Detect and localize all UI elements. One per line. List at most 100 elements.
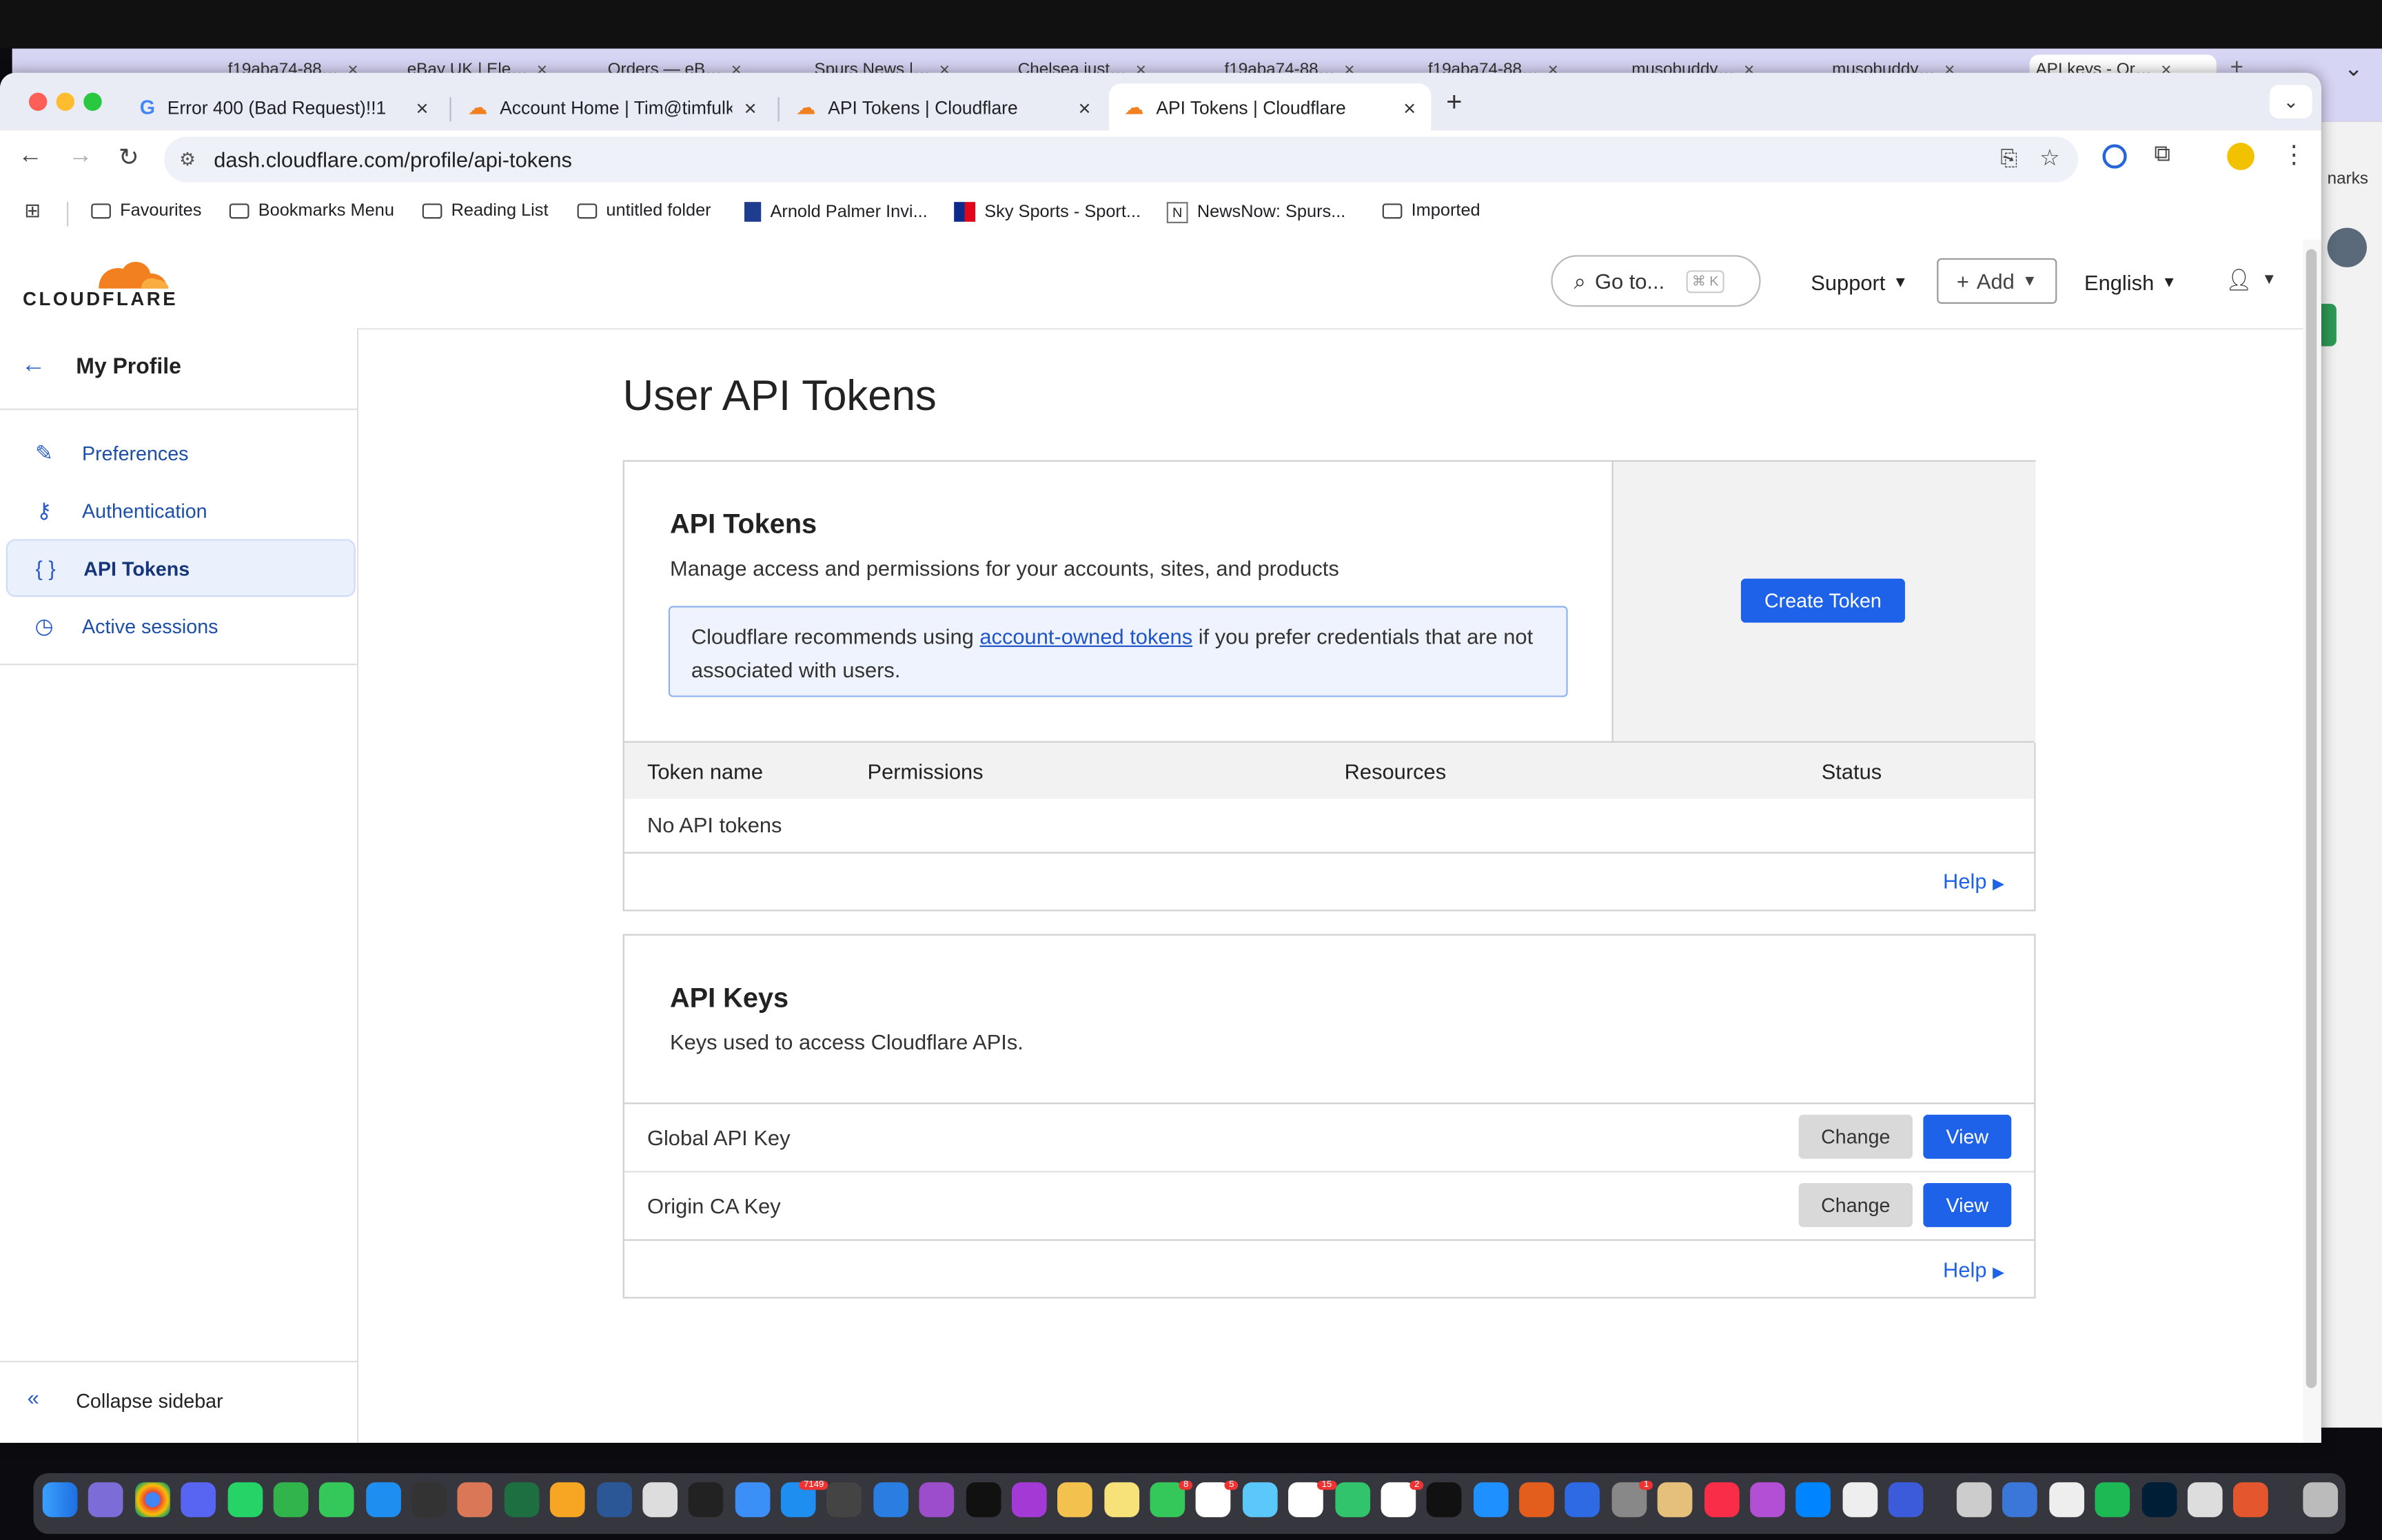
music-icon[interactable] bbox=[1704, 1482, 1740, 1517]
numbers-icon[interactable] bbox=[273, 1482, 309, 1517]
tab-search-chevron-icon[interactable]: ⌄ bbox=[2269, 85, 2312, 119]
claude-icon[interactable] bbox=[457, 1482, 493, 1517]
app-icon[interactable] bbox=[1519, 1482, 1554, 1517]
reload-icon[interactable]: ↻ bbox=[119, 143, 139, 173]
sidebar-item-preferences[interactable]: ✎ Preferences bbox=[0, 424, 357, 482]
cloudflare-logo[interactable]: CLOUDFLARE bbox=[23, 252, 176, 322]
column-header[interactable]: Token name bbox=[647, 759, 763, 783]
roblox-icon[interactable] bbox=[1888, 1482, 1924, 1517]
bookmark-folder[interactable]: Imported bbox=[1382, 202, 1480, 220]
bg-chevron-icon[interactable]: ⌄ bbox=[2344, 54, 2363, 82]
bookmark-folder[interactable]: untitled folder bbox=[577, 202, 711, 220]
apps-grid-icon[interactable]: ⊞ bbox=[24, 199, 41, 223]
back-icon[interactable]: ← bbox=[18, 143, 42, 170]
excel-icon[interactable] bbox=[504, 1482, 540, 1517]
collapse-chevrons-icon[interactable]: « bbox=[28, 1385, 39, 1409]
back-arrow-icon[interactable]: ← bbox=[21, 352, 45, 380]
user-menu[interactable]: 👤︎ ▼ bbox=[2226, 267, 2277, 293]
browser-tab-active[interactable]: ☁ API Tokens | Cloudflare × bbox=[1108, 83, 1432, 131]
forward-icon[interactable]: → bbox=[68, 143, 92, 170]
podcasts-icon[interactable] bbox=[919, 1482, 955, 1517]
app-icon[interactable] bbox=[1335, 1482, 1371, 1517]
site-info-icon[interactable]: ⚙ bbox=[179, 149, 196, 170]
discord-icon[interactable] bbox=[181, 1482, 216, 1517]
sidebar-item-api-tokens[interactable]: { } API Tokens bbox=[6, 539, 356, 597]
collapse-sidebar-button[interactable]: Collapse sidebar bbox=[76, 1390, 223, 1413]
change-global-key-button[interactable]: Change bbox=[1798, 1114, 1913, 1159]
launchpad-icon[interactable] bbox=[88, 1482, 123, 1517]
app-icon[interactable] bbox=[1842, 1482, 1878, 1517]
close-tab-icon[interactable]: × bbox=[416, 95, 429, 119]
browser-tab[interactable]: G Error 400 (Bad Request)!!1 × bbox=[125, 83, 444, 130]
chatgpt-icon[interactable] bbox=[411, 1482, 447, 1517]
terminal-icon[interactable] bbox=[688, 1482, 724, 1517]
textedit-icon[interactable] bbox=[2049, 1482, 2085, 1517]
trash-icon[interactable] bbox=[2303, 1482, 2339, 1517]
mail-icon[interactable] bbox=[735, 1482, 771, 1517]
scrollbar-thumb[interactable] bbox=[2305, 249, 2317, 1388]
photoshop-icon[interactable] bbox=[2141, 1482, 2177, 1517]
finder-icon[interactable] bbox=[42, 1482, 78, 1517]
app-store-icon[interactable] bbox=[1473, 1482, 1509, 1517]
bookmark-link[interactable]: N NewsNow: Spurs... bbox=[1166, 202, 1345, 224]
tokens-help-link[interactable]: Help ▶ bbox=[1943, 869, 2004, 893]
chrome-icon[interactable] bbox=[135, 1482, 170, 1517]
column-header[interactable]: Permissions bbox=[868, 759, 984, 783]
close-tab-icon[interactable]: × bbox=[744, 95, 757, 119]
sidebar-item-active-sessions[interactable]: ◷ Active sessions bbox=[0, 597, 357, 655]
app-icon[interactable] bbox=[2233, 1482, 2268, 1517]
silverlock-icon[interactable] bbox=[642, 1482, 678, 1517]
final-cut-icon[interactable] bbox=[826, 1482, 862, 1517]
column-header[interactable]: Resources bbox=[1345, 759, 1447, 783]
messenger-icon[interactable] bbox=[1795, 1482, 1831, 1517]
bookmark-folder[interactable]: Bookmarks Menu bbox=[229, 202, 394, 220]
browser-tab[interactable]: ☁ API Tokens | Cloudflare × bbox=[781, 83, 1106, 130]
bookmark-folder[interactable]: Reading List bbox=[422, 202, 549, 220]
minimize-window-icon[interactable] bbox=[56, 92, 75, 111]
whatsapp-icon[interactable] bbox=[227, 1482, 263, 1517]
create-token-button[interactable]: Create Token bbox=[1740, 578, 1905, 623]
keys-help-link[interactable]: Help ▶ bbox=[1943, 1257, 2004, 1282]
tradingview-icon[interactable] bbox=[966, 1482, 1001, 1517]
app-icon[interactable] bbox=[1011, 1482, 1047, 1517]
bookmark-folder[interactable]: Favourites bbox=[91, 202, 201, 220]
zoom-window-icon[interactable] bbox=[83, 92, 102, 111]
close-tab-icon[interactable]: × bbox=[1078, 95, 1090, 119]
notes-icon[interactable] bbox=[1104, 1482, 1140, 1517]
bookmark-link[interactable]: Sky Sports - Sport... bbox=[954, 202, 1141, 222]
page-scrollbar[interactable] bbox=[2303, 240, 2321, 1443]
support-dropdown[interactable]: Support ▼ bbox=[1811, 270, 1908, 294]
profile-avatar[interactable] bbox=[2227, 143, 2254, 170]
column-header[interactable]: Status bbox=[1822, 759, 1882, 783]
url-text[interactable]: dash.cloudflare.com/profile/api-tokens bbox=[214, 147, 572, 172]
bookmark-link[interactable]: Arnold Palmer Invi... bbox=[744, 202, 928, 222]
1password-icon[interactable] bbox=[2002, 1482, 2037, 1517]
spotify-icon[interactable] bbox=[2095, 1482, 2130, 1517]
maps-icon[interactable] bbox=[1242, 1482, 1278, 1517]
close-tab-icon[interactable]: × bbox=[1403, 95, 1416, 119]
testflight-icon[interactable] bbox=[366, 1482, 401, 1517]
account-owned-tokens-link[interactable]: account-owned tokens bbox=[979, 624, 1192, 648]
word-icon[interactable] bbox=[597, 1482, 632, 1517]
apple-tv-icon[interactable] bbox=[1426, 1482, 1462, 1517]
address-bar[interactable]: ⚙ dash.cloudflare.com/profile/api-tokens… bbox=[164, 136, 2079, 183]
new-tab-icon[interactable]: + bbox=[1446, 87, 1462, 119]
extensions-icon[interactable]: ⧉ bbox=[2154, 141, 2170, 167]
app-icon[interactable] bbox=[2187, 1482, 2223, 1517]
language-dropdown[interactable]: English ▼ bbox=[2084, 270, 2177, 294]
view-origin-ca-key-button[interactable]: View bbox=[1923, 1182, 2012, 1227]
bookmark-star-icon[interactable]: ☆ bbox=[2039, 144, 2060, 172]
change-origin-ca-key-button[interactable]: Change bbox=[1798, 1182, 1913, 1227]
stocks-icon[interactable] bbox=[1565, 1482, 1600, 1517]
install-app-icon[interactable]: ⎘ bbox=[2000, 146, 2017, 172]
app-icon[interactable] bbox=[1657, 1482, 1693, 1517]
app-icon[interactable] bbox=[1956, 1482, 1992, 1517]
photos-icon[interactable] bbox=[1057, 1482, 1092, 1517]
add-dropdown[interactable]: + Add ▼ bbox=[1937, 258, 2057, 304]
sidebar-item-authentication[interactable]: ⚷ Authentication bbox=[0, 482, 357, 540]
menu-kebab-icon[interactable]: ⋮ bbox=[2282, 140, 2306, 170]
goto-search[interactable]: ⌕ Go to... ⌘ K bbox=[1551, 255, 1761, 307]
app-icon[interactable] bbox=[1750, 1482, 1785, 1517]
browser-tab[interactable]: ☁ Account Home | Tim@timfulke × bbox=[453, 83, 772, 130]
messages-icon[interactable] bbox=[318, 1482, 354, 1517]
